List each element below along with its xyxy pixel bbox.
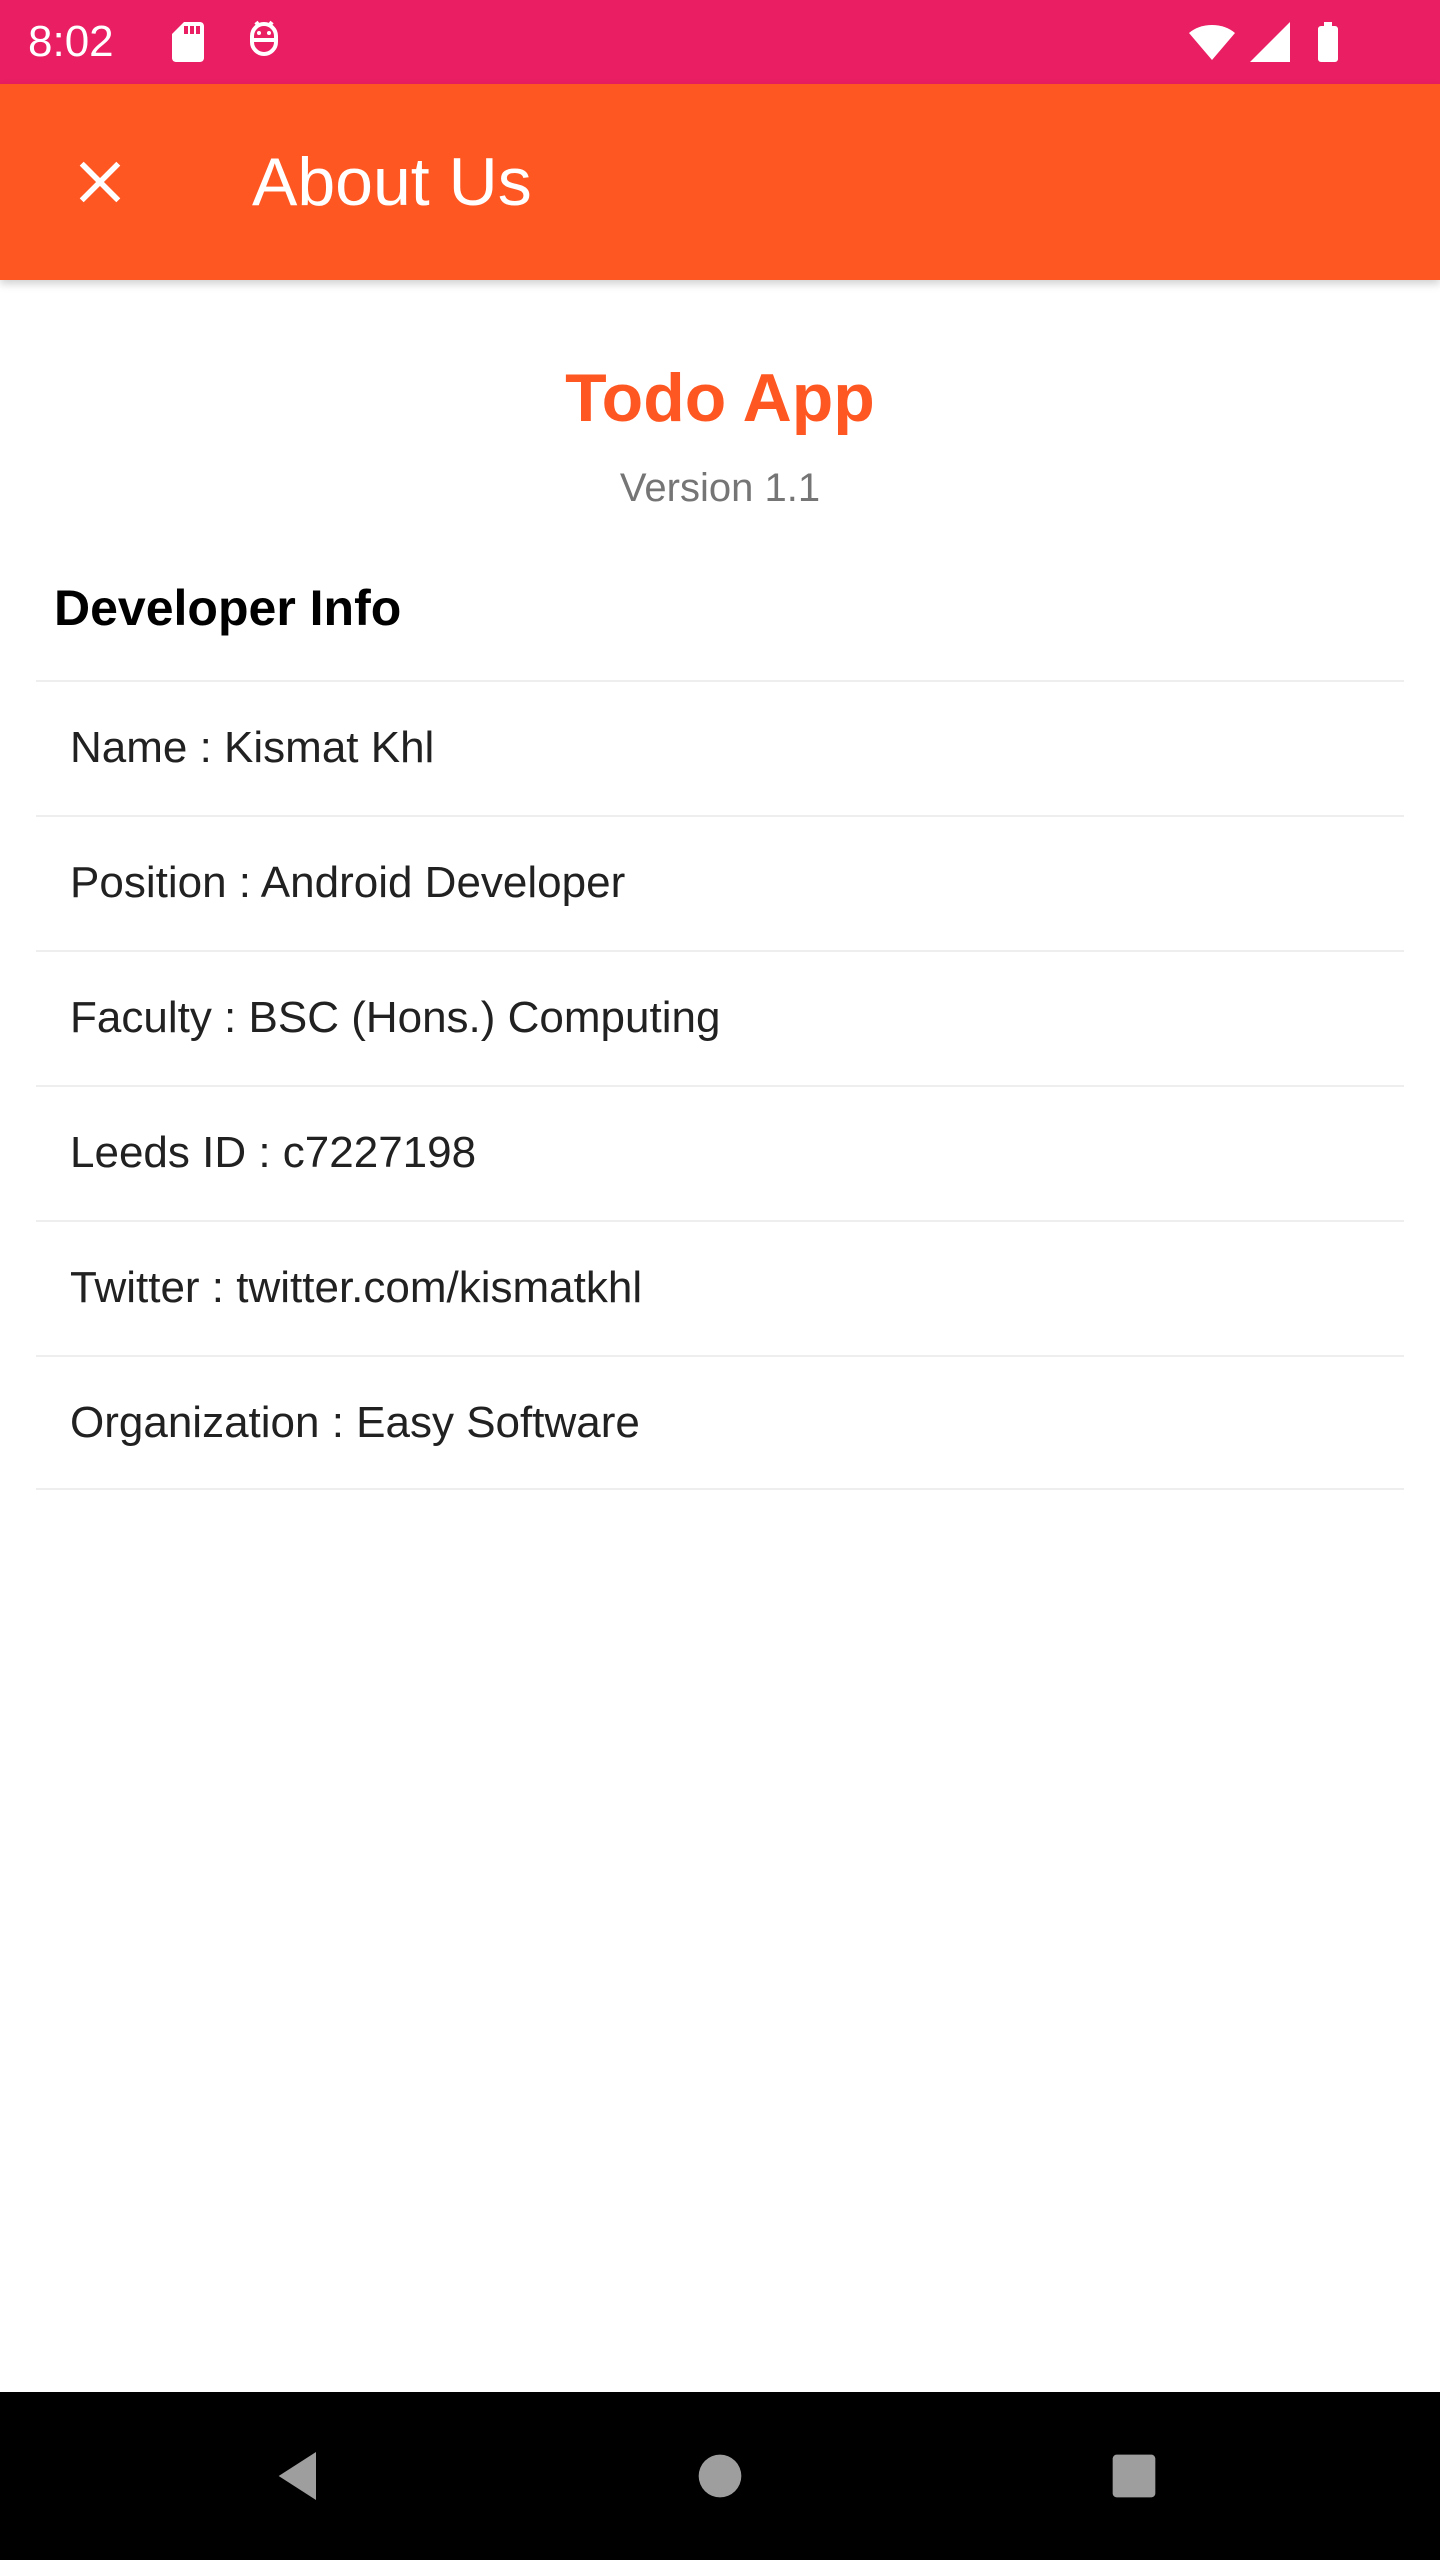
list-item: Name : Kismat Khl xyxy=(36,680,1404,815)
status-bar: 8:02 xyxy=(0,0,1440,84)
list-item: Organization : Easy Software xyxy=(36,1355,1404,1490)
sd-card-icon xyxy=(164,18,212,66)
recents-icon xyxy=(1112,2454,1156,2498)
list-item: Position : Android Developer xyxy=(36,815,1404,950)
back-icon xyxy=(278,2452,316,2500)
info-twitter: Twitter : twitter.com/kismatkhl xyxy=(70,1263,643,1312)
list-item: Twitter : twitter.com/kismatkhl xyxy=(36,1220,1404,1355)
wifi-icon xyxy=(1188,18,1236,66)
battery-icon xyxy=(1304,18,1352,66)
cell-signal-icon xyxy=(1246,18,1294,66)
home-button[interactable] xyxy=(672,2428,768,2524)
navigation-bar xyxy=(0,2392,1440,2560)
developer-info-list: Name : Kismat Khl Position : Android Dev… xyxy=(36,680,1404,1490)
back-button[interactable] xyxy=(252,2428,348,2524)
list-item: Leeds ID : c7227198 xyxy=(36,1085,1404,1220)
close-icon xyxy=(79,161,121,203)
app-version: Version 1.1 xyxy=(619,466,821,510)
info-name: Name : Kismat Khl xyxy=(70,723,435,772)
app-bar: About Us xyxy=(0,84,1440,280)
info-organization: Organization : Easy Software xyxy=(70,1398,640,1447)
developer-info-heading: Developer Info xyxy=(54,580,402,636)
info-leeds-id: Leeds ID : c7227198 xyxy=(70,1128,477,1177)
app-name: Todo App xyxy=(565,360,875,436)
list-item: Faculty : BSC (Hons.) Computing xyxy=(36,950,1404,1085)
page-title: About Us xyxy=(252,144,532,220)
info-position: Position : Android Developer xyxy=(70,858,626,907)
info-faculty: Faculty : BSC (Hons.) Computing xyxy=(70,993,721,1042)
status-time: 8:02 xyxy=(28,17,114,66)
close-button[interactable] xyxy=(52,134,148,230)
home-icon xyxy=(698,2454,742,2498)
android-debug-icon xyxy=(240,18,288,66)
recents-button[interactable] xyxy=(1086,2428,1182,2524)
